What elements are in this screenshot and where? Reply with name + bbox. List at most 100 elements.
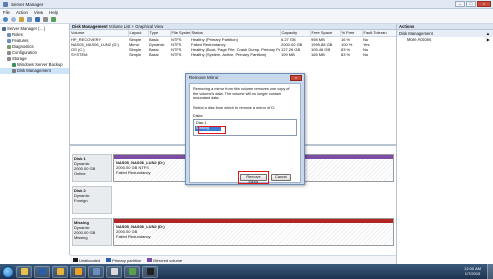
table-cell: 165 MB — [311, 52, 325, 58]
dialog-message: Removing a mirror from this volume remov… — [193, 87, 290, 101]
legend-label: Unallocated — [79, 257, 101, 263]
volume-status: Failed Redundancy — [116, 234, 151, 239]
vm-icon — [128, 268, 136, 275]
close-button[interactable]: × — [477, 1, 491, 7]
cancel-button[interactable]: Cancel — [271, 174, 291, 181]
taskbar-app-button[interactable] — [142, 265, 158, 278]
navigation-tree: Server Manager (…) Roles Features Diagnosti… — [0, 24, 70, 255]
taskbar-app-button[interactable] — [88, 265, 104, 278]
tree-node-icon — [7, 33, 11, 37]
start-button[interactable] — [2, 265, 14, 278]
action-label: More Actions — [407, 37, 432, 42]
server-manager-icon — [3, 2, 8, 7]
taskbar-app-button[interactable] — [124, 265, 140, 278]
menu-file[interactable]: File — [3, 9, 10, 16]
media-player-icon — [74, 268, 82, 275]
menu-view[interactable]: View — [34, 9, 43, 16]
legend-swatch — [147, 258, 153, 262]
menu-bar: File Action View Help — [0, 9, 493, 16]
tree-item-label: Disk Management — [17, 68, 51, 73]
notepad-icon — [110, 268, 118, 275]
tree-node-icon — [12, 63, 16, 67]
volume-list-table: VolumeLayoutTypeFile SystemStatusCapacit… — [70, 30, 397, 58]
maximize-button[interactable]: □ — [466, 1, 476, 7]
table-cell: NTFS — [171, 52, 182, 58]
action-more-actions[interactable]: More Actions ▶ — [397, 37, 493, 43]
legend-item: Primary partition — [106, 258, 141, 263]
dialog-close-button[interactable]: × — [290, 75, 302, 81]
column-header[interactable]: File System — [170, 30, 191, 37]
disk-label[interactable]: Disk 2 Dynamic Foreign — [72, 186, 112, 214]
remove-mirror-dialog: Remove Mirror × Removing a mirror from t… — [185, 73, 305, 185]
volume-info: NAS05_NAS06_LUN2 (D:) 2000.00 GB Failed Re… — [114, 223, 393, 245]
taskbar-app-button[interactable] — [34, 265, 50, 278]
disk-state: Foreign — [74, 198, 88, 203]
properties-icon[interactable] — [43, 17, 48, 22]
legend-item: Unallocated — [73, 258, 100, 263]
table-row[interactable]: SYSTEM Simple Basic NTFS Healthy (System, Ac… — [70, 52, 396, 57]
system-clock[interactable]: 12:00 AM 1/7/2015 — [464, 266, 481, 276]
taskbar-app-button[interactable] — [106, 265, 122, 278]
window-controls: – □ × — [455, 1, 491, 7]
folder-icon — [56, 268, 64, 275]
collapse-icon[interactable]: ▲ — [486, 30, 490, 37]
show-desktop-button[interactable] — [487, 264, 493, 279]
highlight-selected-disk — [198, 126, 226, 135]
table-cell: No — [363, 52, 369, 58]
chevron-right-icon: ▶ — [486, 37, 490, 42]
legend-label: Primary partition — [112, 257, 142, 263]
disk-row: Missing Dynamic 2000.00 GB Missing NAS05_NAS… — [72, 218, 394, 246]
taskbar-app-button[interactable] — [70, 265, 86, 278]
title-bar: Server Manager – □ × — [0, 0, 493, 9]
highlight-remove-button — [238, 171, 269, 184]
minimize-button[interactable]: – — [455, 1, 465, 7]
actions-section-disk-management[interactable]: Disk Management ▲ — [397, 30, 493, 37]
table-cell: 83 % — [341, 52, 351, 58]
table-cell: Simple — [129, 52, 142, 58]
pane-header-subtitle: Volume List + Graphical View — [108, 24, 164, 29]
disk-row: Disk 2 Dynamic Foreign — [72, 186, 394, 214]
show-hide-tree-icon[interactable] — [27, 17, 32, 22]
legend-label: Mirrored volume — [153, 257, 183, 263]
tree-item[interactable]: Disk Management — [0, 68, 69, 74]
disks-listbox[interactable]: Disk 1 Missing — [193, 119, 297, 137]
disk-label[interactable]: Disk 1 Dynamic 2000.00 GB Online — [72, 154, 112, 182]
tree-node-icon — [7, 45, 11, 49]
disks-list-label: Disks: — [193, 114, 204, 119]
disk-state: Missing — [74, 235, 88, 240]
table-cell: Healthy (Boot, Page File, Crash Dump, Pr… — [191, 47, 280, 53]
taskbar-app-button[interactable] — [16, 265, 32, 278]
up-icon[interactable] — [19, 17, 24, 22]
dialog-title: Remove Mirror — [189, 75, 219, 80]
disk-state: Online — [74, 171, 86, 176]
help-icon[interactable] — [35, 17, 40, 22]
taskbar-app-button[interactable] — [52, 265, 68, 278]
volume-block[interactable]: NAS05_NAS06_LUN2 (D:) 2000.00 GB Failed Re… — [113, 218, 394, 246]
legend: Unallocated Primary partition Mirrored vol… — [70, 255, 396, 264]
back-icon[interactable] — [3, 17, 8, 22]
table-cell: 199 MB — [281, 52, 295, 58]
cmd-icon — [146, 268, 154, 275]
legend-swatch — [106, 258, 112, 262]
pane-header-title: Disk Management — [72, 24, 108, 29]
dialog-body: Removing a mirror from this volume remov… — [189, 83, 301, 184]
tree-node-icon — [7, 39, 11, 43]
actions-pane: Actions Disk Management ▲ More Actions ▶ — [396, 24, 493, 264]
refresh-icon[interactable] — [51, 17, 56, 22]
dialog-title-bar: Remove Mirror × — [186, 74, 304, 82]
server-manager-icon — [92, 268, 100, 275]
dialog-select-prompt: Select a disk from which to remove a mir… — [193, 105, 276, 110]
menu-action[interactable]: Action — [16, 9, 28, 16]
taskbar: 12:00 AM 1/7/2015 — [0, 264, 493, 279]
explorer-icon — [20, 268, 28, 275]
clock-date: 1/7/2015 — [464, 271, 481, 276]
forward-icon[interactable] — [11, 17, 16, 22]
disk-label[interactable]: Missing Dynamic 2000.00 GB Missing — [72, 218, 112, 246]
actions-section-label: Disk Management — [399, 31, 433, 36]
tree-node-icon — [12, 69, 16, 73]
tree-node-icon — [7, 51, 11, 55]
table-cell: SYSTEM — [71, 52, 88, 58]
legend-item: Mirrored volume — [147, 258, 182, 263]
menu-help[interactable]: Help — [49, 9, 58, 16]
toolbar — [0, 16, 493, 24]
